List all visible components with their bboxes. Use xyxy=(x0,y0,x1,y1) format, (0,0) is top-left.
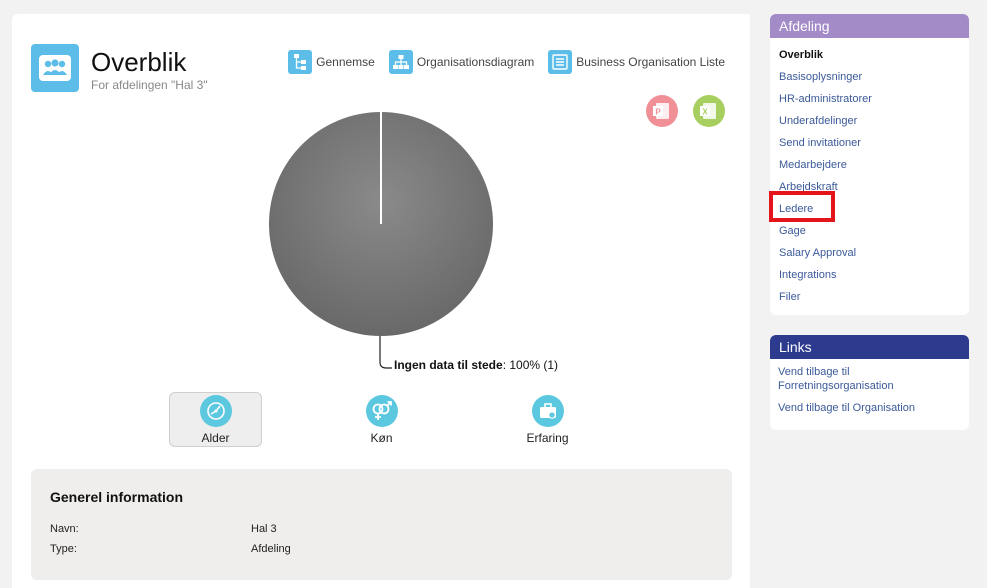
gender-icon xyxy=(365,394,398,427)
general-information-title: Generel information xyxy=(50,489,184,505)
general-information: Generel information Navn: Hal 3 Type: Af… xyxy=(31,469,732,580)
tab-koen[interactable]: Køn xyxy=(335,392,428,447)
pie-data-label-name: Ingen data til stede xyxy=(394,358,503,372)
link-back-to-organisation[interactable]: Vend tilbage til Organisation xyxy=(778,401,961,415)
tab-alder[interactable]: Alder xyxy=(169,392,262,447)
tab-alder-label: Alder xyxy=(201,430,230,445)
highlight-box xyxy=(769,191,835,222)
links-sidebar: Links Vend tilbage til Forretningsorgani… xyxy=(770,335,969,430)
sidebar-item-medarbejdere[interactable]: Medarbejdere xyxy=(779,154,960,176)
info-row: Type: Afdeling xyxy=(50,543,713,563)
sidebar-item-hr-administratorer[interactable]: HR-administratorer xyxy=(779,88,960,110)
tab-erfaring-label: Erfaring xyxy=(526,430,569,445)
pie-label-connector xyxy=(379,336,392,369)
chart-tabs: Alder Køn Erfaring xyxy=(169,392,667,447)
pie-data-label-value: : 100% (1) xyxy=(502,358,559,372)
tab-koen-label: Køn xyxy=(370,430,393,445)
main-panel: Overblik For afdelingen "Hal 3" Gennemse… xyxy=(12,14,750,588)
sidebar-item-gage[interactable]: Gage xyxy=(779,220,960,242)
sidebar-item-salary-approval[interactable]: Salary Approval xyxy=(779,242,960,264)
sidebar-item-integrations[interactable]: Integrations xyxy=(779,264,960,286)
info-row: Navn: Hal 3 xyxy=(50,523,713,543)
department-sidebar-title: Afdeling xyxy=(770,14,969,38)
sidebar-item-send-invitationer[interactable]: Send invitationer xyxy=(779,132,960,154)
briefcase-icon xyxy=(531,394,564,427)
tab-erfaring[interactable]: Erfaring xyxy=(501,392,594,447)
pie-chart: Ingen data til stede: 100% (1) xyxy=(12,14,750,394)
info-key-type: Type: xyxy=(50,543,77,555)
pie-data-label: Ingen data til stede: 100% (1) xyxy=(394,358,558,372)
sidebar-item-underafdelinger[interactable]: Underafdelinger xyxy=(779,110,960,132)
sidebar-item-basisoplysninger[interactable]: Basisoplysninger xyxy=(779,66,960,88)
sidebar-item-filer[interactable]: Filer xyxy=(779,286,960,308)
links-sidebar-title: Links xyxy=(770,335,969,359)
info-key-name: Navn: xyxy=(50,523,79,535)
sidebar-item-overblik[interactable]: Overblik xyxy=(779,44,960,66)
department-sidebar: Afdeling Overblik Basisoplysninger HR-ad… xyxy=(770,14,969,315)
age-chart-icon xyxy=(199,394,232,427)
info-value-name: Hal 3 xyxy=(251,523,277,535)
link-back-to-business-org[interactable]: Vend tilbage til Forretningsorganisation xyxy=(778,365,961,393)
info-value-type: Afdeling xyxy=(251,543,291,555)
